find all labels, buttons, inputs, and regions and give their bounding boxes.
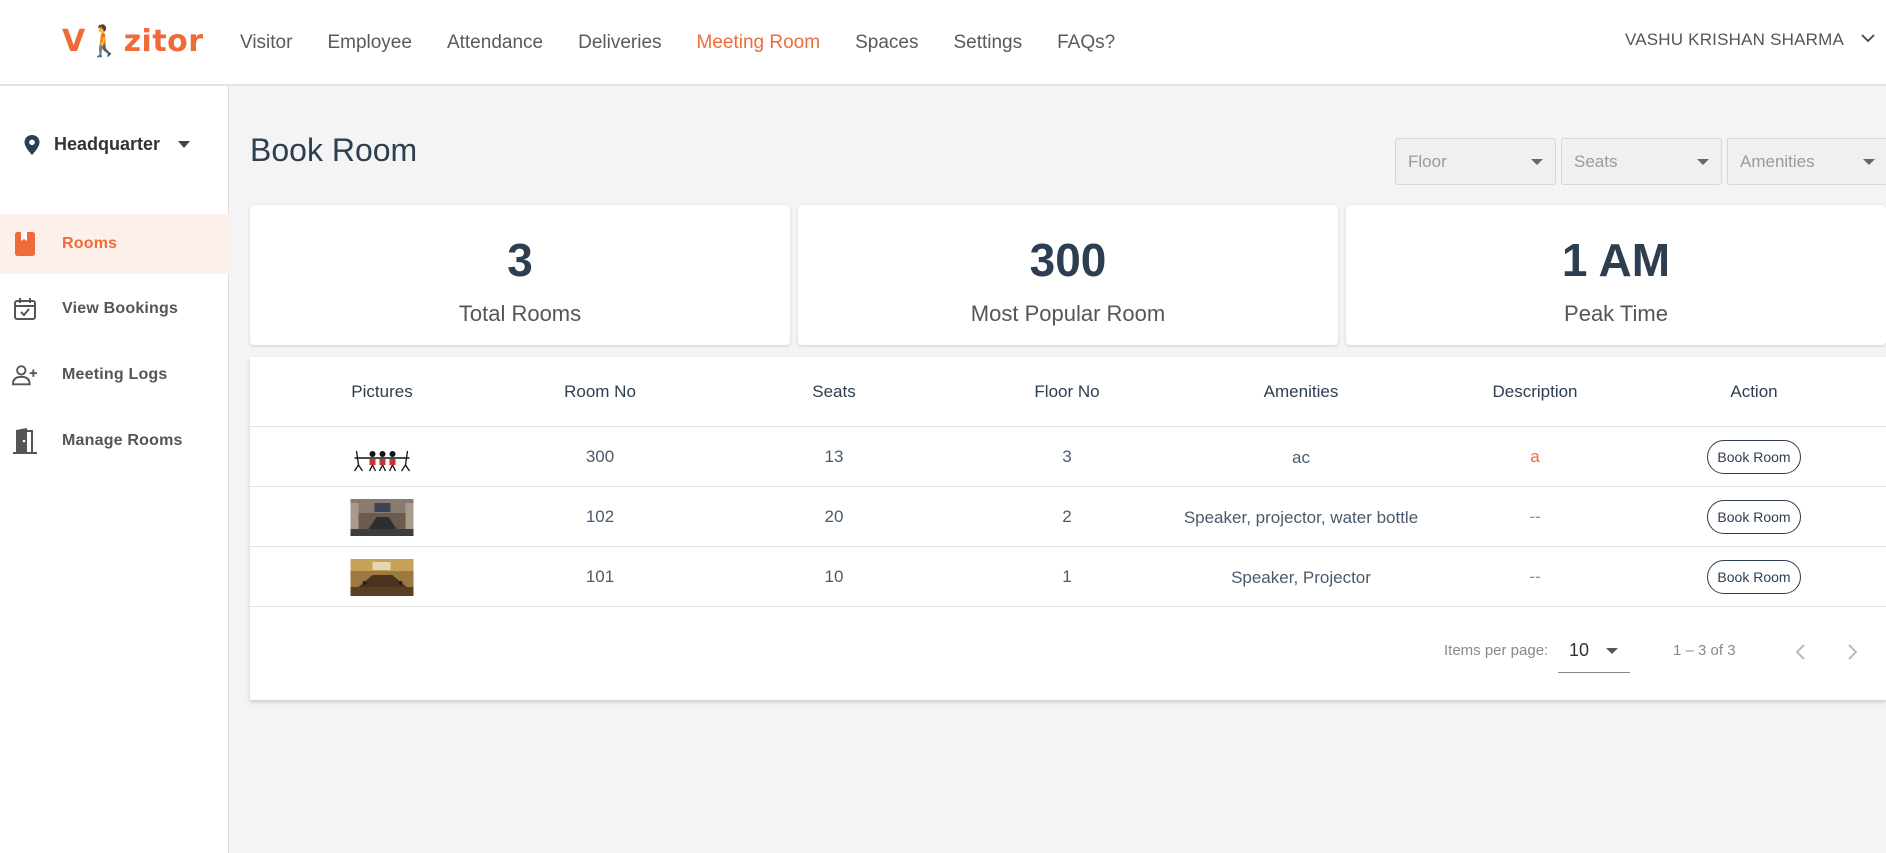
- calendar-check-icon: [12, 296, 38, 322]
- items-per-page-label: Items per page:: [1444, 642, 1549, 659]
- chevron-down-icon[interactable]: [1860, 30, 1876, 46]
- seats-filter-select[interactable]: Seats: [1561, 138, 1722, 185]
- page-title: Book Room: [250, 132, 418, 168]
- book-room-button[interactable]: Book Room: [1707, 560, 1801, 594]
- amenities-cell: ac: [1292, 447, 1310, 467]
- book-room-button[interactable]: Book Room: [1707, 440, 1801, 474]
- caret-down-icon: [178, 140, 191, 148]
- location-label: Headquarter: [54, 134, 161, 154]
- room-picture: [350, 427, 414, 487]
- table-row: 101 10 1 Speaker, Projector -- Book Room: [250, 547, 1886, 607]
- items-per-page-select[interactable]: 10: [1558, 632, 1630, 673]
- header-room-no: Room No: [564, 382, 636, 401]
- book-icon: [12, 231, 38, 257]
- nav-employee[interactable]: Employee: [327, 32, 412, 54]
- amenities-cell: Speaker, projector, water bottle: [1183, 507, 1419, 527]
- room-no-cell: 300: [585, 447, 615, 466]
- seats-cell: 10: [824, 567, 844, 586]
- door-icon: [12, 428, 38, 454]
- header-seats: Seats: [812, 382, 856, 401]
- page-range-label: 1 – 3 of 3: [1673, 642, 1736, 659]
- floor-filter-select[interactable]: Floor: [1395, 138, 1556, 185]
- header-action: Action: [1730, 382, 1778, 401]
- sidebar-item-manage-rooms[interactable]: Manage Rooms: [0, 411, 229, 471]
- top-navbar: V🚶zitor Visitor Employee Attendance Deli…: [0, 0, 1886, 86]
- floor-filter-placeholder: Floor: [1408, 151, 1447, 171]
- seats-cell: 13: [824, 447, 844, 466]
- stat-card-total-rooms: 3 Total Rooms: [250, 205, 790, 345]
- stat-value: 3: [507, 234, 533, 286]
- description-cell: a: [1530, 447, 1540, 466]
- amenities-cell: Speaker, Projector: [1231, 567, 1371, 587]
- caret-down-icon: [1863, 158, 1875, 165]
- amenities-filter-placeholder: Amenities: [1740, 151, 1815, 171]
- sidebar-item-label: Rooms: [62, 235, 118, 252]
- stat-label: Most Popular Room: [970, 301, 1166, 326]
- table-row: 102 20 2 Speaker, projector, water bottl…: [250, 487, 1886, 547]
- floor-cell: 2: [1062, 507, 1072, 526]
- header-description: Description: [1492, 382, 1578, 401]
- previous-page-button[interactable]: [1783, 634, 1819, 670]
- nav-faqs[interactable]: FAQs?: [1057, 32, 1115, 54]
- items-per-page-value: 10: [1569, 640, 1590, 660]
- nav-visitor[interactable]: Visitor: [240, 32, 292, 54]
- room-no-cell: 102: [585, 507, 615, 526]
- seats-filter-placeholder: Seats: [1574, 151, 1618, 171]
- nav-meeting-room[interactable]: Meeting Room: [697, 32, 821, 54]
- sidebar-item-meeting-logs[interactable]: Meeting Logs: [0, 345, 229, 405]
- next-page-button[interactable]: [1834, 634, 1870, 670]
- nav-deliveries[interactable]: Deliveries: [578, 32, 661, 54]
- table-header: Pictures Room No Seats Floor No Amenitie…: [250, 357, 1886, 427]
- sidebar: Headquarter Rooms View Bookings Meeting …: [0, 86, 229, 853]
- sidebar-item-label: Meeting Logs: [62, 366, 168, 383]
- conference-room-photo-image: [350, 498, 414, 536]
- stat-card-most-popular-room: 300 Most Popular Room: [798, 205, 1338, 345]
- floor-cell: 3: [1062, 447, 1072, 466]
- user-name[interactable]: VASHU KRISHAN SHARMA: [1625, 30, 1844, 50]
- chevron-left-icon: [1795, 644, 1805, 660]
- sidebar-item-rooms[interactable]: Rooms: [0, 214, 229, 274]
- action-cell: Book Room: [1707, 487, 1801, 547]
- rooms-table: Pictures Room No Seats Floor No Amenitie…: [250, 357, 1886, 700]
- chairs-illustration-image: [350, 438, 414, 476]
- sidebar-item-label: Manage Rooms: [62, 432, 183, 449]
- main-nav: Visitor Employee Attendance Deliveries M…: [240, 0, 1150, 86]
- sidebar-item-label: View Bookings: [62, 300, 179, 317]
- stat-label: Peak Time: [1564, 301, 1668, 326]
- seats-cell: 20: [824, 507, 844, 526]
- stat-value: 300: [1029, 234, 1107, 286]
- person-add-icon: [12, 362, 38, 388]
- header-amenities: Amenities: [1263, 382, 1339, 401]
- book-room-button[interactable]: Book Room: [1707, 500, 1801, 534]
- action-cell: Book Room: [1707, 427, 1801, 487]
- caret-down-icon: [1697, 158, 1709, 165]
- nav-settings[interactable]: Settings: [953, 32, 1022, 54]
- nav-spaces[interactable]: Spaces: [855, 32, 918, 54]
- floor-cell: 1: [1062, 567, 1072, 586]
- table-row: 300 13 3 ac a Book Room: [250, 427, 1886, 487]
- location-pin-icon: [24, 134, 40, 155]
- nav-attendance[interactable]: Attendance: [447, 32, 543, 54]
- room-no-cell: 101: [585, 567, 615, 586]
- location-selector[interactable]: Headquarter: [24, 134, 204, 155]
- stat-label: Total Rooms: [458, 301, 582, 326]
- description-cell: --: [1529, 507, 1541, 526]
- sidebar-item-view-bookings[interactable]: View Bookings: [0, 279, 229, 339]
- header-floor-no: Floor No: [1034, 382, 1100, 401]
- caret-down-icon: [1531, 158, 1543, 165]
- walking-person-logo-icon: 🚶: [85, 24, 124, 59]
- room-picture: [350, 547, 414, 607]
- chevron-right-icon: [1848, 644, 1858, 660]
- boardroom-photo-image: [350, 558, 414, 596]
- paginator: Items per page: 10 1 – 3 of 3: [250, 632, 1886, 673]
- description-cell: --: [1529, 567, 1541, 586]
- stat-card-peak-time: 1 AM Peak Time: [1346, 205, 1886, 345]
- room-picture: [350, 487, 414, 547]
- amenities-filter-select[interactable]: Amenities: [1727, 138, 1886, 185]
- action-cell: Book Room: [1707, 547, 1801, 607]
- caret-down-icon: [1606, 648, 1618, 654]
- vizitor-logo[interactable]: V🚶zitor: [62, 24, 204, 59]
- header-pictures: Pictures: [351, 382, 413, 401]
- stat-value: 1 AM: [1561, 234, 1671, 286]
